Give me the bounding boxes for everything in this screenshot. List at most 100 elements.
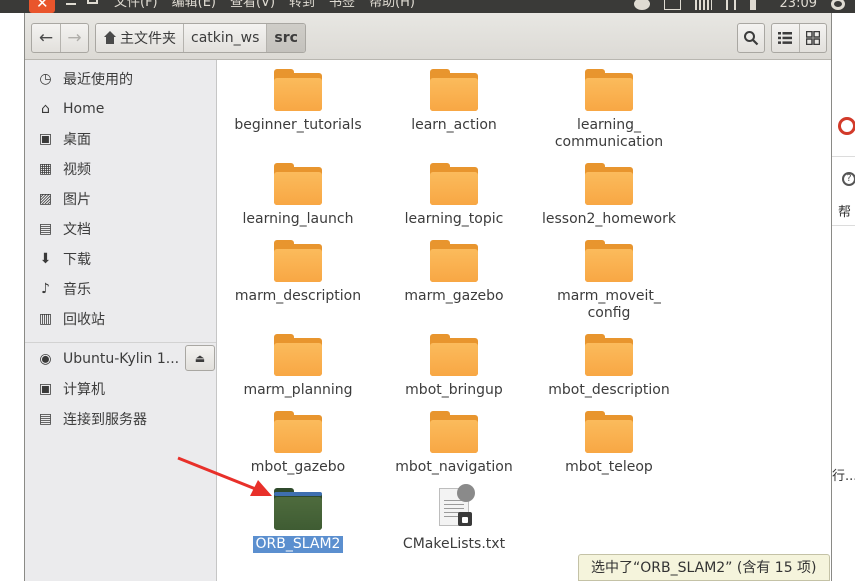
menu-file[interactable]: 文件(F)	[114, 0, 158, 12]
back-button[interactable]: ←	[32, 24, 60, 52]
text-file-icon	[435, 484, 475, 530]
folder-icon	[274, 69, 322, 111]
file-item-lesson2-homework[interactable]: lesson2_homework	[529, 163, 689, 228]
network-server-icon: ▤	[38, 411, 53, 427]
menu-go[interactable]: 转到	[289, 0, 315, 12]
navigation-buttons: ← →	[31, 23, 89, 53]
window-close-button[interactable]: ✕	[29, 0, 55, 13]
folder-icon	[585, 163, 633, 205]
file-item-mbot-gazebo[interactable]: mbot_gazebo	[218, 411, 378, 476]
background-text: 帮	[838, 205, 852, 220]
folder-icon	[430, 411, 478, 453]
file-item-beginner-tutorials[interactable]: beginner_tutorials	[218, 69, 378, 134]
desktop-icon: ▣	[38, 131, 53, 147]
grid-view-button[interactable]	[798, 24, 826, 52]
folder-icon	[585, 69, 633, 111]
sidebar-item-trash[interactable]: ▥ 回收站	[37, 307, 215, 331]
menu-bookmarks[interactable]: 书签	[329, 0, 355, 12]
breadcrumb-home[interactable]: 主文件夹	[96, 24, 184, 52]
sidebar-item-videos[interactable]: ▦ 视频	[37, 157, 215, 181]
music-icon: ♪	[41, 281, 50, 297]
divider	[832, 225, 855, 226]
sidebar-item-documents[interactable]: ▤ 文档	[37, 217, 215, 241]
file-item-cmakelists[interactable]: CMakeLists.txt	[374, 484, 534, 553]
disc-icon: ◉	[39, 351, 52, 367]
sidebar-item-connect-server[interactable]: ▤ 连接到服务器	[37, 407, 215, 431]
sidebar-item-pictures[interactable]: ▨ 图片	[37, 187, 215, 211]
download-icon: ⬇	[39, 251, 52, 267]
window-maximize-button[interactable]	[82, 0, 108, 13]
file-item-mbot-teleop[interactable]: mbot_teleop	[529, 411, 689, 476]
list-view-icon	[778, 32, 793, 44]
menu-help[interactable]: 帮助(H)	[369, 0, 415, 12]
top-panel: ✕ 文件(F) 编辑(E) 查看(V) 转到 书签 帮助(H) 23:09	[0, 0, 855, 13]
sidebar-item-music[interactable]: ♪ 音乐	[37, 277, 215, 301]
breadcrumb: 主文件夹 catkin_ws src	[95, 23, 306, 53]
volume-icon[interactable]	[749, 0, 766, 10]
sidebar-item-ubuntu-kylin[interactable]: ◉ Ubuntu-Kylin 1...	[37, 347, 182, 371]
folder-icon	[585, 411, 633, 453]
clock[interactable]: 23:09	[780, 0, 817, 13]
list-view-button[interactable]	[772, 24, 799, 52]
grid-view-icon	[805, 31, 820, 45]
folder-icon	[274, 334, 322, 376]
help-icon: ?	[842, 172, 855, 186]
folder-icon	[274, 163, 322, 205]
search-button[interactable]	[737, 23, 765, 53]
gear-icon[interactable]	[831, 0, 845, 10]
menu-bar: 文件(F) 编辑(E) 查看(V) 转到 书签 帮助(H)	[114, 0, 415, 12]
eject-button[interactable]: ⏏	[185, 345, 215, 371]
status-bar: 选中了“ORB_SLAM2” (含有 15 项)	[578, 554, 830, 581]
breadcrumb-src[interactable]: src	[267, 24, 305, 52]
file-item-mbot-bringup[interactable]: mbot_bringup	[374, 334, 534, 399]
system-tray: 23:09	[633, 0, 855, 13]
sidebar-item-computer[interactable]: ▣ 计算机	[37, 377, 215, 401]
file-manager-window: ← → 主文件夹 catkin_ws src ◷ 最近使用的 ⌂ Home ▣ …	[24, 13, 832, 581]
home-icon: ⌂	[41, 101, 50, 117]
folder-icon	[430, 163, 478, 205]
file-view: beginner_tutorials learn_action learning…	[218, 60, 831, 581]
toolbar: ← → 主文件夹 catkin_ws src	[25, 13, 831, 60]
document-icon: ▤	[38, 221, 53, 237]
menu-view[interactable]: 查看(V)	[230, 0, 275, 12]
file-item-marm-moveit-config[interactable]: marm_moveit_ config	[529, 240, 689, 322]
keyboard-icon[interactable]	[663, 0, 681, 10]
sidebar-item-recent[interactable]: ◷ 最近使用的	[37, 67, 215, 91]
file-item-learning-communication[interactable]: learning_ communication	[529, 69, 689, 151]
grid-icon[interactable]	[694, 0, 712, 10]
clock-icon: ◷	[39, 71, 52, 87]
sidebar-item-downloads[interactable]: ⬇ 下载	[37, 247, 215, 271]
view-mode-buttons	[771, 23, 827, 53]
folder-icon	[430, 334, 478, 376]
sidebar: ◷ 最近使用的 ⌂ Home ▣ 桌面 ▦ 视频 ▨ 图片 ▤ 文档 ⬇ 下载 …	[25, 60, 217, 581]
file-item-learning-launch[interactable]: learning_launch	[218, 163, 378, 228]
file-item-marm-gazebo[interactable]: marm_gazebo	[374, 240, 534, 305]
folder-icon	[430, 240, 478, 282]
divider	[832, 156, 855, 157]
sidebar-divider	[25, 342, 216, 343]
folder-icon	[585, 240, 633, 282]
folder-icon	[274, 411, 322, 453]
network-icon[interactable]	[725, 0, 736, 10]
lock-icon	[458, 512, 472, 526]
folder-icon	[585, 334, 633, 376]
background-text: 行...	[832, 469, 855, 484]
breadcrumb-catkin-ws[interactable]: catkin_ws	[184, 24, 268, 52]
file-item-learn-action[interactable]: learn_action	[374, 69, 534, 134]
sidebar-item-desktop[interactable]: ▣ 桌面	[37, 127, 215, 151]
computer-icon: ▣	[38, 381, 53, 397]
user-icon[interactable]	[633, 0, 650, 10]
forward-button[interactable]: →	[59, 24, 88, 52]
film-icon: ▦	[38, 161, 53, 177]
file-item-marm-planning[interactable]: marm_planning	[218, 334, 378, 399]
picture-icon: ▨	[38, 191, 53, 207]
sidebar-item-home[interactable]: ⌂ Home	[37, 97, 215, 121]
folder-icon	[274, 488, 322, 530]
file-item-orb-slam2[interactable]: ORB_SLAM2	[218, 488, 378, 553]
file-item-marm-description[interactable]: marm_description	[218, 240, 378, 305]
file-item-mbot-description[interactable]: mbot_description	[529, 334, 689, 399]
menu-edit[interactable]: 编辑(E)	[172, 0, 216, 12]
file-item-mbot-navigation[interactable]: mbot_navigation	[374, 411, 534, 476]
file-item-learning-topic[interactable]: learning_topic	[374, 163, 534, 228]
eject-icon: ⏏	[194, 351, 206, 365]
